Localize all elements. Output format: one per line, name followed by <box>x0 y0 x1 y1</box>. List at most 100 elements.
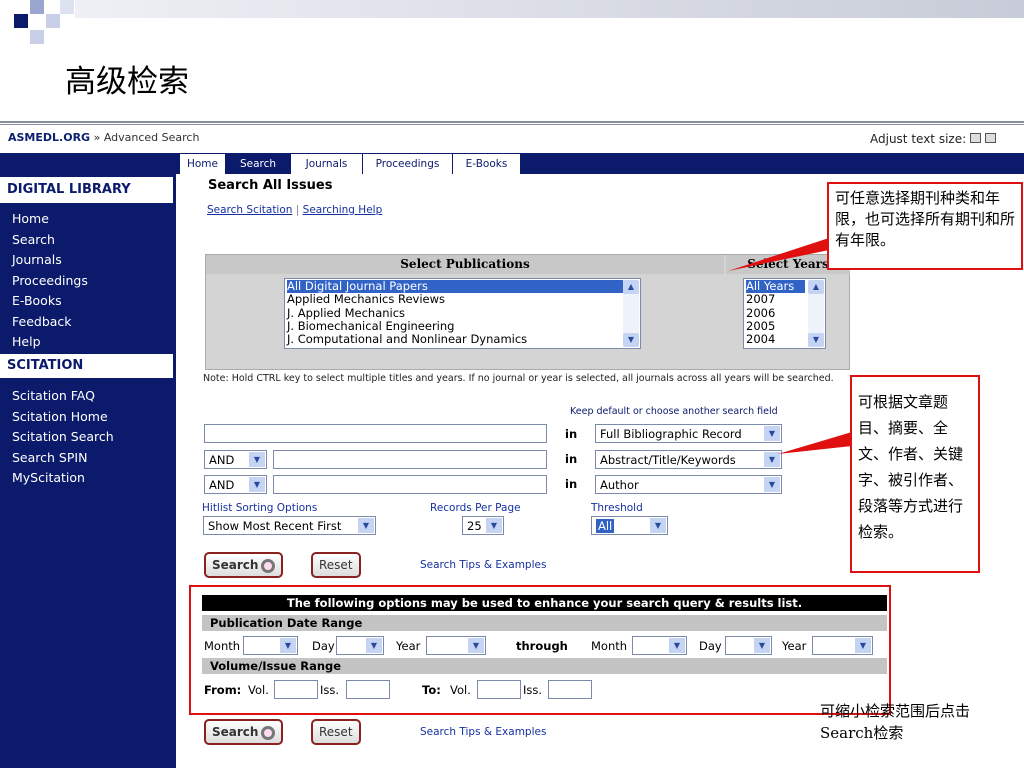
chevron-down-icon: ▼ <box>249 452 265 467</box>
scroll-up-icon[interactable]: ▲ <box>623 280 639 294</box>
to-month-select[interactable]: ▼ <box>632 636 687 655</box>
field-select-1[interactable]: Full Bibliographic Record ▼ <box>595 424 782 443</box>
reset-button[interactable]: Reset <box>311 552 361 578</box>
from-month-label: Month <box>204 639 241 653</box>
field-value: Author <box>600 478 639 492</box>
tab-ebooks[interactable]: E-Books <box>453 154 521 174</box>
scroll-up-icon[interactable]: ▲ <box>808 280 824 294</box>
list-item[interactable]: 2006 <box>746 306 805 320</box>
years-listbox[interactable]: All Years 2007 2006 2005 2004 ▲ ▼ <box>743 278 826 349</box>
to-month-label: Month <box>591 639 628 653</box>
from-day-select[interactable]: ▼ <box>336 636 384 655</box>
to-vol-input[interactable] <box>477 680 521 699</box>
hitlist-label: Hitlist Sorting Options <box>202 502 318 514</box>
sidebar-item-feedback[interactable]: Feedback <box>12 314 72 329</box>
sidebar-item-proceedings[interactable]: Proceedings <box>12 273 88 288</box>
search-button-bottom[interactable]: Search <box>204 719 284 745</box>
reset-button-bottom[interactable]: Reset <box>311 719 361 745</box>
records-label: Records Per Page <box>430 502 521 514</box>
to-year-label: Year <box>782 639 807 653</box>
publications-listbox[interactable]: All Digital Journal Papers Applied Mecha… <box>284 278 641 349</box>
hitlist-select[interactable]: Show Most Recent First ▼ <box>203 516 376 535</box>
field-select-2[interactable]: Abstract/Title/Keywords ▼ <box>595 450 782 469</box>
divider <box>0 121 1024 125</box>
site-link[interactable]: ASMEDL.ORG <box>8 131 90 144</box>
operator-value: AND <box>209 453 235 467</box>
scroll-down-icon[interactable]: ▼ <box>808 333 824 347</box>
tab-journals[interactable]: Journals <box>291 154 363 174</box>
list-item[interactable]: Applied Mechanics Reviews <box>287 292 638 306</box>
sidebar-item-home[interactable]: Home <box>12 211 49 226</box>
sidebar-item-search[interactable]: Search <box>12 232 55 247</box>
tab-proceedings[interactable]: Proceedings <box>363 154 453 174</box>
selection-note: Note: Hold CTRL key to select multiple t… <box>203 373 834 384</box>
magnifier-icon <box>261 558 276 573</box>
query-input-2[interactable] <box>273 450 547 469</box>
search-tips-link-bottom[interactable]: Search Tips & Examples <box>420 726 546 738</box>
scrollbar[interactable]: ▲ ▼ <box>623 280 639 347</box>
list-item[interactable]: All Digital Journal Papers <box>287 279 638 294</box>
from-month-select[interactable]: ▼ <box>243 636 298 655</box>
sidebar-item-search-spin[interactable]: Search SPIN <box>12 450 87 465</box>
list-item[interactable]: 2007 <box>746 292 805 306</box>
field-value: Abstract/Title/Keywords <box>600 453 736 467</box>
threshold-label: Threshold <box>591 502 643 514</box>
adjust-label: Adjust text size: <box>870 132 967 146</box>
sidebar-item-scitation-faq[interactable]: Scitation FAQ <box>12 388 95 403</box>
page-heading: Search All Issues <box>208 178 333 193</box>
chevron-down-icon: ▼ <box>650 518 666 533</box>
sidebar-item-ebooks[interactable]: E-Books <box>12 293 62 308</box>
to-day-label: Day <box>699 639 722 653</box>
list-item[interactable]: J. Biomechanical Engineering <box>287 319 638 333</box>
operator-select-2[interactable]: AND ▼ <box>204 450 267 469</box>
to-iss-input[interactable] <box>548 680 592 699</box>
to-label: To: <box>422 683 441 697</box>
chevron-down-icon: ▼ <box>280 638 296 653</box>
from-vol-input[interactable] <box>274 680 318 699</box>
records-value: 25 <box>467 519 482 533</box>
breadcrumb-page: Advanced Search <box>103 131 200 144</box>
scrollbar[interactable]: ▲ ▼ <box>808 280 824 347</box>
from-year-label: Year <box>396 639 421 653</box>
to-year-select[interactable]: ▼ <box>812 636 873 655</box>
list-item[interactable]: 2005 <box>746 319 805 333</box>
query-input-3[interactable] <box>273 475 547 494</box>
sidebar-item-myscitation[interactable]: MyScitation <box>12 470 85 485</box>
text-larger-icon[interactable] <box>984 133 996 143</box>
field-select-3[interactable]: Author ▼ <box>595 475 782 494</box>
threshold-select[interactable]: All ▼ <box>591 516 668 535</box>
from-day-label: Day <box>312 639 335 653</box>
text-smaller-icon[interactable] <box>969 133 981 143</box>
callout-middle: 可根据文章题目、摘要、全文、作者、关键字、被引作者、段落等方式进行检索。 <box>850 375 980 573</box>
operator-select-3[interactable]: AND ▼ <box>204 475 267 494</box>
callout-bottom: 可缩小检索范围后点击Search检索 <box>820 702 971 742</box>
records-select[interactable]: 25 ▼ <box>462 516 504 535</box>
search-tips-link[interactable]: Search Tips & Examples <box>420 559 546 571</box>
select-publications-header: Select Publications <box>206 255 724 274</box>
sidebar-item-scitation-home[interactable]: Scitation Home <box>12 409 108 424</box>
list-item[interactable]: All Years <box>746 279 805 294</box>
decor-square <box>60 0 74 14</box>
search-button[interactable]: Search <box>204 552 284 578</box>
list-item[interactable]: J. Computational and Nonlinear Dynamics <box>287 332 638 346</box>
search-button-label: Search <box>212 558 259 572</box>
query-input-1[interactable] <box>204 424 547 443</box>
date-range-header: Publication Date Range <box>202 615 887 631</box>
from-iss-input[interactable] <box>346 680 390 699</box>
search-scitation-link[interactable]: Search Scitation <box>207 204 292 216</box>
searching-help-link[interactable]: Searching Help <box>303 204 383 216</box>
decor-square <box>30 0 44 14</box>
tab-search[interactable]: Search <box>226 154 291 174</box>
from-year-select[interactable]: ▼ <box>426 636 486 655</box>
sidebar-item-scitation-search[interactable]: Scitation Search <box>12 429 114 444</box>
list-item[interactable]: 2004 <box>746 332 805 346</box>
scroll-down-icon[interactable]: ▼ <box>623 333 639 347</box>
to-day-select[interactable]: ▼ <box>725 636 772 655</box>
sidebar-item-help[interactable]: Help <box>12 334 41 349</box>
tab-home[interactable]: Home <box>180 154 226 174</box>
list-item[interactable]: J. Applied Mechanics <box>287 306 638 320</box>
chevron-down-icon: ▼ <box>358 518 374 533</box>
volume-range-header: Volume/Issue Range <box>202 658 887 674</box>
decor-square <box>46 14 60 28</box>
sidebar-item-journals[interactable]: Journals <box>12 252 62 267</box>
